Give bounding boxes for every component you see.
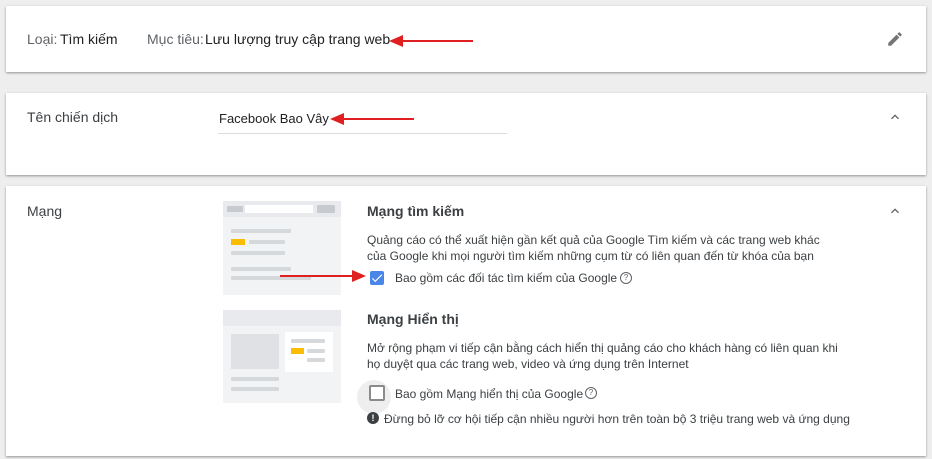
display-network-description: Mở rộng phạm vi tiếp cận bằng cách hiển …	[367, 341, 838, 371]
display-network-label[interactable]: Bao gồm Mạng hiển thị của Google	[395, 386, 583, 402]
check-icon	[371, 274, 383, 283]
display-network-checkbox[interactable]	[369, 385, 385, 401]
type-value: Tìm kiếm	[60, 31, 118, 47]
display-network-info: Đừng bỏ lỡ cơ hội tiếp cận nhiều người h…	[384, 412, 850, 426]
campaign-name-card: Tên chiến dịch Facebook Bao Vây	[6, 93, 926, 175]
networks-card: Mạng Mạng tìm kiếm Quảng cáo có thể xuất…	[6, 186, 926, 456]
annotation-arrow	[330, 113, 414, 125]
campaign-type-card: Loại: Tìm kiếm Mục tiêu: Lưu lượng truy …	[6, 6, 926, 72]
info-icon: !	[367, 412, 379, 424]
goal-value: Lưu lượng truy cập trang web	[205, 31, 391, 47]
search-network-description: Quảng cáo có thể xuất hiện gần kết quả c…	[367, 233, 820, 263]
annotation-arrow	[389, 35, 473, 47]
help-icon[interactable]: ?	[620, 272, 632, 284]
search-partners-label[interactable]: Bao gồm các đối tác tìm kiếm của Google	[395, 270, 617, 286]
campaign-name-label: Tên chiến dịch	[27, 109, 119, 125]
help-icon[interactable]: ?	[585, 387, 597, 399]
type-label: Loại:	[27, 31, 58, 47]
search-partners-checkbox[interactable]	[370, 271, 384, 285]
goal-label: Mục tiêu:	[147, 31, 204, 47]
display-network-illustration	[223, 310, 341, 403]
annotation-arrow	[280, 270, 366, 282]
pencil-icon[interactable]	[886, 30, 904, 48]
display-network-title: Mạng Hiển thị	[367, 311, 459, 327]
chevron-up-icon[interactable]	[887, 203, 903, 219]
chevron-up-icon[interactable]	[887, 109, 903, 125]
networks-label: Mạng	[27, 203, 63, 219]
campaign-name-value: Facebook Bao Vây	[219, 111, 329, 126]
search-network-title: Mạng tìm kiếm	[367, 203, 465, 219]
